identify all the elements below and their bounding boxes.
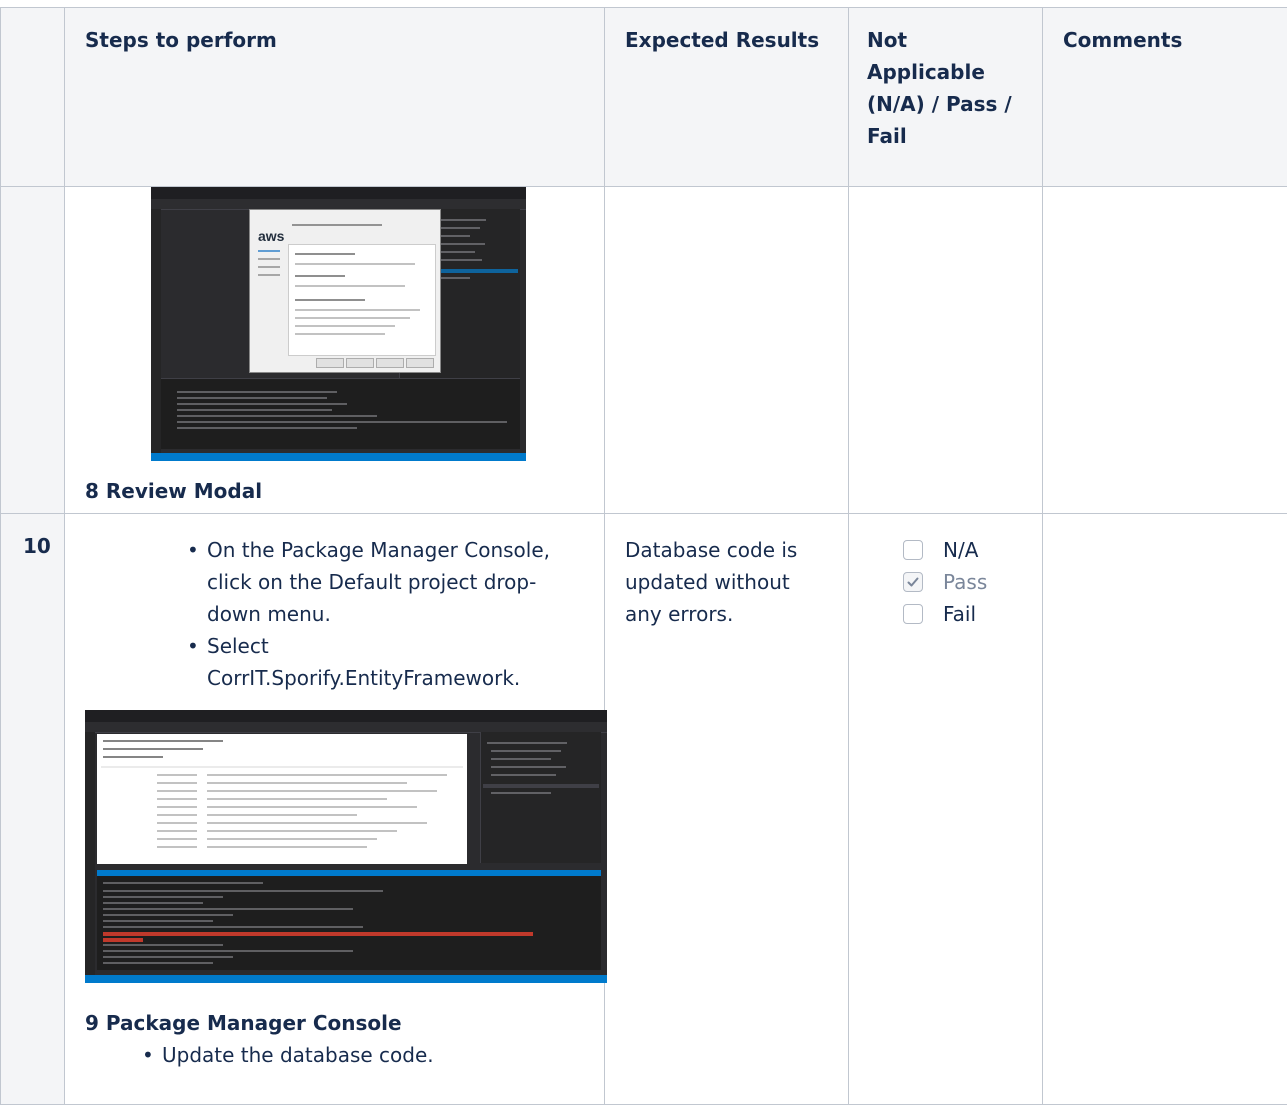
- solution-explorer-panel: [480, 732, 601, 863]
- option-na-label: N/A: [943, 534, 978, 566]
- status-bar: [85, 975, 607, 983]
- sub-steps-list: Update the database code.: [65, 1039, 604, 1071]
- steps-list: On the Package Manager Console, click on…: [65, 514, 587, 694]
- aws-logo: aws: [258, 220, 284, 252]
- option-fail-label: Fail: [943, 598, 976, 630]
- row-number-cell: [1, 187, 65, 514]
- option-na[interactable]: N/A: [903, 534, 1042, 566]
- expected-result-text: Database code is updated without any err…: [605, 514, 848, 630]
- expected-cell: [605, 187, 849, 514]
- visual-studio-publish-review-screenshot: aws: [151, 187, 526, 461]
- test-steps-table: Steps to perform Expected Results Not Ap…: [0, 7, 1287, 1105]
- checkbox-na[interactable]: [903, 540, 923, 560]
- figure-caption: 8 Review Modal: [85, 475, 604, 507]
- menu-bar: [85, 710, 607, 722]
- events-grid: [97, 734, 467, 864]
- status-options: N/A Pass Fail: [849, 514, 1042, 630]
- header-row: Steps to perform Expected Results Not Ap…: [1, 8, 1287, 187]
- comments-cell: [1043, 514, 1287, 1105]
- status-cell: [849, 187, 1043, 514]
- figure-caption: 9 Package Manager Console: [85, 1007, 604, 1039]
- output-panel: [161, 378, 520, 449]
- checkmark-icon: [906, 575, 920, 589]
- status-cell: N/A Pass Fail: [849, 514, 1043, 1105]
- table-row-review: aws: [1, 187, 1287, 514]
- header-expected: Expected Results: [605, 8, 849, 187]
- checkbox-pass[interactable]: [903, 572, 923, 592]
- review-dialog: aws: [249, 209, 441, 373]
- status-bar: [151, 453, 526, 461]
- row-number-cell: 10: [1, 514, 65, 1105]
- header-number: [1, 8, 65, 187]
- option-fail[interactable]: Fail: [903, 598, 1042, 630]
- header-status: Not Applicable (N/A) / Pass / Fail: [849, 8, 1043, 187]
- expected-cell: Database code is updated without any err…: [605, 514, 849, 1105]
- header-comments: Comments: [1043, 8, 1287, 187]
- steps-cell: On the Package Manager Console, click on…: [65, 514, 605, 1105]
- header-steps: Steps to perform: [65, 8, 605, 187]
- list-item: On the Package Manager Console, click on…: [207, 534, 587, 630]
- steps-cell: aws: [65, 187, 605, 514]
- package-manager-console-screenshot: [85, 710, 607, 983]
- comments-cell: [1043, 187, 1287, 514]
- menu-bar: [151, 187, 526, 199]
- option-pass-label: Pass: [943, 566, 987, 598]
- review-panel: [288, 244, 436, 356]
- checkbox-fail[interactable]: [903, 604, 923, 624]
- left-rail: [151, 209, 161, 453]
- list-item: Select CorrIT.Sporify.EntityFramework.: [207, 630, 587, 694]
- list-item: Update the database code.: [162, 1039, 604, 1071]
- option-pass[interactable]: Pass: [903, 566, 1042, 598]
- table-row-10: 10 On the Package Manager Console, click…: [1, 514, 1287, 1105]
- left-rail: [85, 732, 95, 975]
- package-manager-console-panel: [97, 870, 601, 970]
